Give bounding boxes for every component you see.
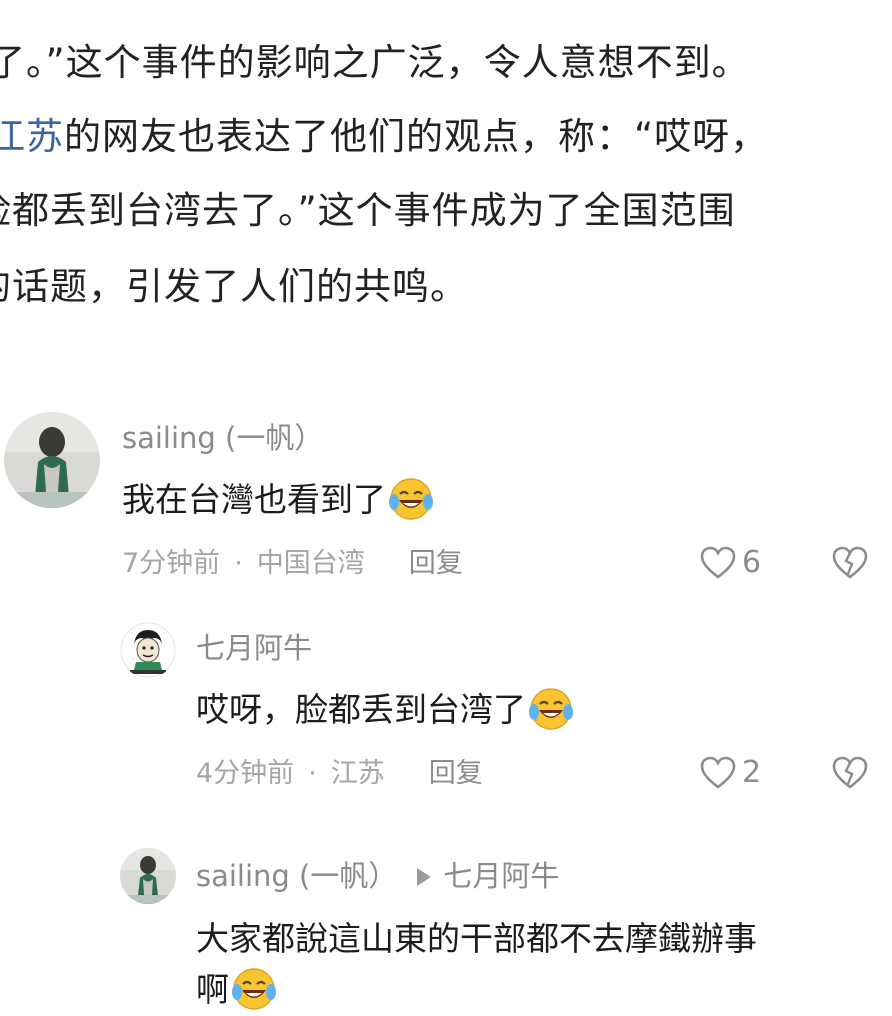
meta-separator: · — [234, 548, 243, 579]
comment-body-line-1: 大家都說這山東的干部都不去摩鐵辦事 — [196, 918, 757, 958]
heart-outline-icon — [700, 756, 736, 789]
like-button[interactable]: 2 — [700, 756, 761, 790]
like-count: 2 — [742, 755, 762, 790]
avatar[interactable] — [120, 622, 176, 678]
article-line-2: 江苏的网友也表达了他们的观点，称：“哎呀， — [0, 118, 768, 155]
like-button[interactable]: 6 — [700, 546, 761, 580]
comment-text: 哎呀，脸都丢到台湾了 — [196, 686, 574, 732]
article-line-1: 了。”这个事件的影响之广泛，令人意想不到。 — [0, 44, 750, 81]
heart-outline-icon — [700, 546, 736, 579]
comment-time: 7分钟前 — [122, 548, 221, 579]
reply-header: sailing (一帆） 七月阿牛 — [196, 862, 559, 891]
article-line-3-text: 脸都丢到台湾去了。”这个事件成为了全国范围 — [0, 189, 736, 232]
broken-heart-icon[interactable] — [832, 756, 868, 794]
comment-meta: 4分钟前 · 江苏 回复 — [196, 760, 483, 787]
comment-body: 哎呀，脸都丢到台湾了 — [196, 689, 526, 729]
laughing-tears-emoji-icon — [528, 686, 574, 732]
article-line-4-text: 的话题，引发了人们的共鸣。 — [0, 265, 468, 308]
comment-username[interactable]: 七月阿牛 — [196, 634, 312, 663]
comment-location: 江苏 — [330, 758, 385, 789]
article-line-1-text: 了。”这个事件的影响之广泛，令人意想不到。 — [0, 41, 750, 84]
avatar[interactable] — [4, 412, 100, 508]
comment-text: 我在台灣也看到了 — [122, 476, 434, 522]
comment-text: 大家都說這山東的干部都不去摩鐵辦事 — [196, 918, 757, 958]
comment-username[interactable]: sailing (一帆） — [122, 424, 323, 453]
broken-heart-icon[interactable] — [832, 546, 868, 584]
avatar[interactable] — [120, 848, 176, 904]
article-line-2-text: 的网友也表达了他们的观点，称：“哎呀， — [64, 115, 769, 158]
meta-separator: · — [308, 758, 317, 789]
reply-button[interactable]: 回复 — [409, 550, 463, 577]
reply-to-username[interactable]: 七月阿牛 — [443, 862, 559, 891]
location-link[interactable]: 江苏 — [0, 115, 64, 158]
laughing-tears-emoji-icon — [231, 966, 277, 1012]
comment-meta: 7分钟前 · 中国台湾 回复 — [122, 550, 463, 577]
comment-body-line-2: 啊 — [196, 969, 229, 1009]
comment-location: 中国台湾 — [256, 548, 365, 579]
reply-button[interactable]: 回复 — [429, 760, 483, 787]
laughing-tears-emoji-icon — [388, 476, 434, 522]
triangle-right-icon — [417, 867, 432, 886]
comment-time: 4分钟前 — [196, 758, 295, 789]
article-line-3: 脸都丢到台湾去了。”这个事件成为了全国范围 — [0, 192, 736, 229]
comment-username[interactable]: sailing (一帆） — [196, 862, 397, 891]
article-line-4: 的话题，引发了人们的共鸣。 — [0, 268, 468, 305]
comment-body: 我在台灣也看到了 — [122, 479, 386, 519]
like-count: 6 — [742, 545, 762, 580]
comment-text-continued: 啊 — [196, 966, 277, 1012]
